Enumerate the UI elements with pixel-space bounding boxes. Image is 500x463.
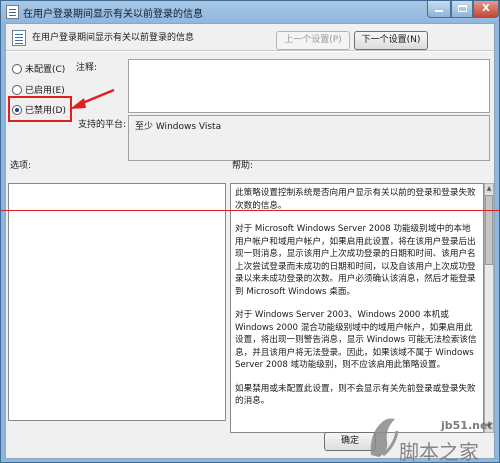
- radio-dot: [12, 63, 22, 74]
- close-icon: X: [482, 3, 490, 14]
- title-bar[interactable]: 在用户登录期间显示有关以前登录的信息 X: [1, 1, 499, 23]
- policy-icon: [6, 5, 19, 19]
- setting-icon: [12, 30, 26, 46]
- next-setting-button[interactable]: 下一个设置(N): [354, 31, 428, 50]
- options-label: 选项:: [10, 161, 32, 171]
- radio-not-configured[interactable]: 未配置(C): [12, 62, 65, 75]
- scroll-thumb[interactable]: [485, 195, 493, 265]
- scroll-up-icon[interactable]: ▲: [485, 184, 493, 194]
- minimize-icon: [435, 10, 443, 12]
- supported-platform-label: 支持的平台:: [78, 120, 127, 130]
- help-scrollbar[interactable]: ▲ ▼: [484, 183, 494, 433]
- watermark-logo-icon: [370, 418, 399, 457]
- annotation-highlight-box: [8, 96, 72, 122]
- help-label: 帮助:: [232, 161, 254, 171]
- annotation-red-line: [1, 210, 500, 211]
- help-paragraph: 对于 Microsoft Windows Server 2008 功能级别域中的…: [235, 224, 476, 297]
- annotation-arrow-icon: [70, 88, 115, 109]
- options-pane: [8, 183, 226, 421]
- close-button[interactable]: X: [473, 1, 499, 18]
- maximize-button[interactable]: [451, 1, 473, 18]
- help-paragraph: 此策略设置控制系统是否向用户显示有关以前的登录和登录失败次数的信息。: [235, 188, 476, 211]
- watermark-site: jb51.net: [441, 419, 493, 432]
- minimize-button[interactable]: [427, 1, 451, 18]
- watermark-name: 脚本之家: [399, 440, 479, 463]
- dialog-window: 在用户登录期间显示有关以前登录的信息 X 在用户登录期间显示有关以前登录的信息 …: [0, 0, 500, 463]
- setting-title: 在用户登录期间显示有关以前登录的信息: [32, 33, 195, 43]
- radio-dot: [12, 84, 22, 95]
- header-divider: [6, 50, 494, 52]
- comment-textarea[interactable]: [128, 59, 490, 113]
- window-title: 在用户登录期间显示有关以前登录的信息: [23, 9, 203, 20]
- dialog-body: 在用户登录期间显示有关以前登录的信息 上一个设置(P) 下一个设置(N) 未配置…: [5, 23, 495, 459]
- help-paragraph: 如果禁用或未配置此设置，则不会显示有关先前登录或登录失败的消息。: [235, 383, 476, 407]
- radio-enabled[interactable]: 已启用(E): [12, 83, 65, 96]
- supported-platform-field: 至少 Windows Vista: [128, 115, 490, 161]
- previous-setting-button[interactable]: 上一个设置(P): [276, 31, 350, 50]
- maximize-icon: [457, 5, 467, 12]
- help-text-pane: 此策略设置控制系统是否向用户显示有关以前的登录和登录失败次数的信息。 对于 Mi…: [230, 183, 484, 433]
- help-paragraph: 对于 Windows Server 2003、Windows 2000 本机或 …: [235, 310, 477, 370]
- comment-label: 注释:: [76, 63, 98, 73]
